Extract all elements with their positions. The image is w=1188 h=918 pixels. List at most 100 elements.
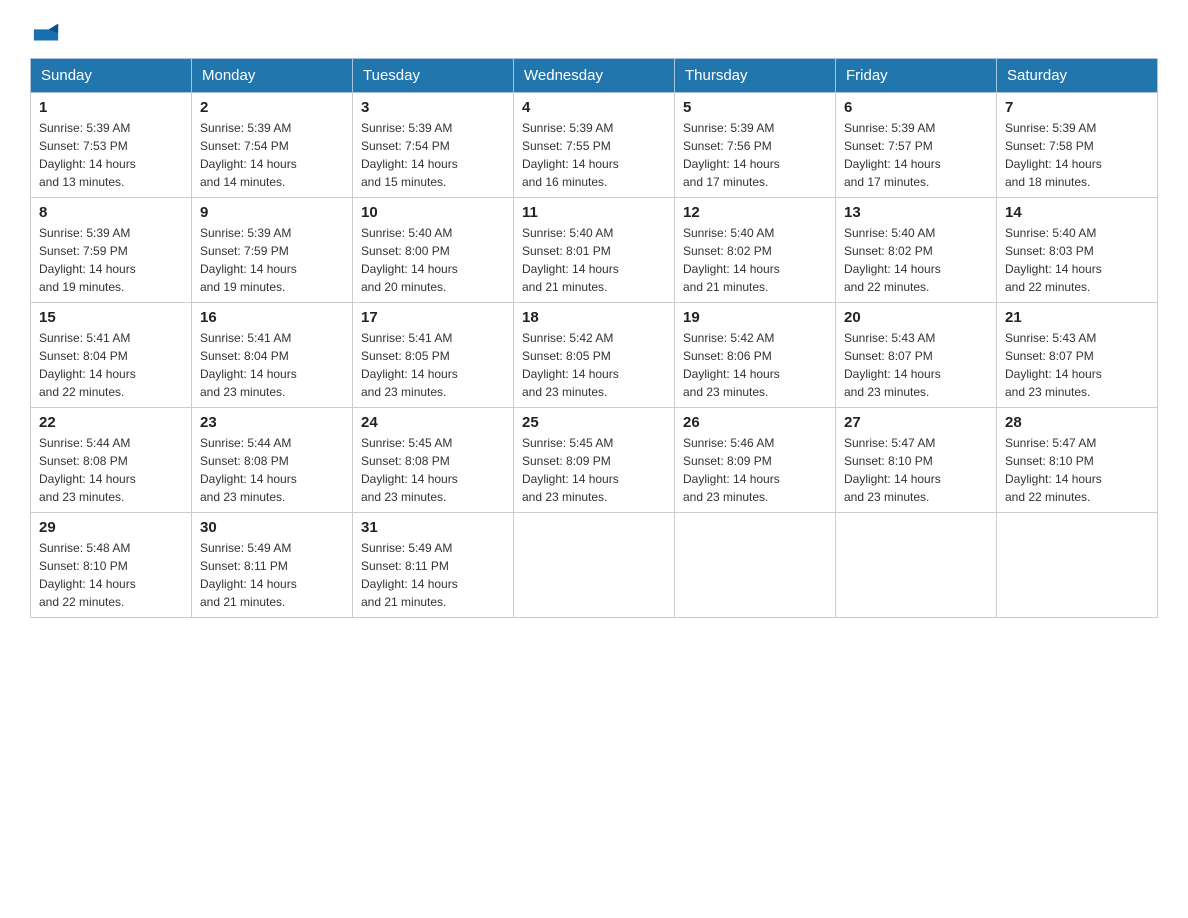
calendar-week-4: 22 Sunrise: 5:44 AMSunset: 8:08 PMDaylig… — [31, 408, 1158, 513]
calendar-cell: 12 Sunrise: 5:40 AMSunset: 8:02 PMDaylig… — [675, 198, 836, 303]
day-number: 11 — [522, 204, 666, 221]
day-number: 15 — [39, 309, 183, 326]
calendar-cell: 14 Sunrise: 5:40 AMSunset: 8:03 PMDaylig… — [997, 198, 1158, 303]
day-info: Sunrise: 5:42 AMSunset: 8:06 PMDaylight:… — [683, 329, 827, 401]
day-info: Sunrise: 5:39 AMSunset: 7:54 PMDaylight:… — [200, 119, 344, 191]
calendar-cell: 4 Sunrise: 5:39 AMSunset: 7:55 PMDayligh… — [514, 93, 675, 198]
day-number: 9 — [200, 204, 344, 221]
day-number: 1 — [39, 99, 183, 116]
day-header-wednesday: Wednesday — [514, 59, 675, 93]
day-number: 18 — [522, 309, 666, 326]
calendar-cell: 16 Sunrise: 5:41 AMSunset: 8:04 PMDaylig… — [192, 303, 353, 408]
logo-icon — [32, 20, 60, 48]
calendar-table: SundayMondayTuesdayWednesdayThursdayFrid… — [30, 58, 1158, 618]
day-header-thursday: Thursday — [675, 59, 836, 93]
calendar-cell: 26 Sunrise: 5:46 AMSunset: 8:09 PMDaylig… — [675, 408, 836, 513]
day-number: 23 — [200, 414, 344, 431]
day-info: Sunrise: 5:45 AMSunset: 8:09 PMDaylight:… — [522, 434, 666, 506]
day-info: Sunrise: 5:42 AMSunset: 8:05 PMDaylight:… — [522, 329, 666, 401]
day-info: Sunrise: 5:47 AMSunset: 8:10 PMDaylight:… — [844, 434, 988, 506]
day-info: Sunrise: 5:41 AMSunset: 8:04 PMDaylight:… — [39, 329, 183, 401]
day-info: Sunrise: 5:39 AMSunset: 7:54 PMDaylight:… — [361, 119, 505, 191]
calendar-cell: 18 Sunrise: 5:42 AMSunset: 8:05 PMDaylig… — [514, 303, 675, 408]
calendar-cell: 10 Sunrise: 5:40 AMSunset: 8:00 PMDaylig… — [353, 198, 514, 303]
day-info: Sunrise: 5:39 AMSunset: 7:59 PMDaylight:… — [39, 224, 183, 296]
day-header-sunday: Sunday — [31, 59, 192, 93]
day-info: Sunrise: 5:46 AMSunset: 8:09 PMDaylight:… — [683, 434, 827, 506]
day-number: 14 — [1005, 204, 1149, 221]
calendar-cell — [514, 513, 675, 618]
day-header-saturday: Saturday — [997, 59, 1158, 93]
day-info: Sunrise: 5:40 AMSunset: 8:02 PMDaylight:… — [683, 224, 827, 296]
day-info: Sunrise: 5:43 AMSunset: 8:07 PMDaylight:… — [844, 329, 988, 401]
days-header-row: SundayMondayTuesdayWednesdayThursdayFrid… — [31, 59, 1158, 93]
calendar-cell: 9 Sunrise: 5:39 AMSunset: 7:59 PMDayligh… — [192, 198, 353, 303]
day-number: 27 — [844, 414, 988, 431]
calendar-cell: 25 Sunrise: 5:45 AMSunset: 8:09 PMDaylig… — [514, 408, 675, 513]
day-number: 10 — [361, 204, 505, 221]
calendar-cell: 24 Sunrise: 5:45 AMSunset: 8:08 PMDaylig… — [353, 408, 514, 513]
calendar-cell: 5 Sunrise: 5:39 AMSunset: 7:56 PMDayligh… — [675, 93, 836, 198]
day-info: Sunrise: 5:40 AMSunset: 8:02 PMDaylight:… — [844, 224, 988, 296]
calendar-cell: 29 Sunrise: 5:48 AMSunset: 8:10 PMDaylig… — [31, 513, 192, 618]
calendar-header: SundayMondayTuesdayWednesdayThursdayFrid… — [31, 59, 1158, 93]
calendar-cell: 8 Sunrise: 5:39 AMSunset: 7:59 PMDayligh… — [31, 198, 192, 303]
day-info: Sunrise: 5:39 AMSunset: 7:57 PMDaylight:… — [844, 119, 988, 191]
day-info: Sunrise: 5:44 AMSunset: 8:08 PMDaylight:… — [200, 434, 344, 506]
calendar-cell: 7 Sunrise: 5:39 AMSunset: 7:58 PMDayligh… — [997, 93, 1158, 198]
day-number: 19 — [683, 309, 827, 326]
calendar-week-5: 29 Sunrise: 5:48 AMSunset: 8:10 PMDaylig… — [31, 513, 1158, 618]
day-number: 12 — [683, 204, 827, 221]
day-number: 26 — [683, 414, 827, 431]
calendar-week-2: 8 Sunrise: 5:39 AMSunset: 7:59 PMDayligh… — [31, 198, 1158, 303]
day-number: 13 — [844, 204, 988, 221]
day-info: Sunrise: 5:40 AMSunset: 8:03 PMDaylight:… — [1005, 224, 1149, 296]
calendar-cell: 22 Sunrise: 5:44 AMSunset: 8:08 PMDaylig… — [31, 408, 192, 513]
day-info: Sunrise: 5:49 AMSunset: 8:11 PMDaylight:… — [361, 539, 505, 611]
day-number: 4 — [522, 99, 666, 116]
day-info: Sunrise: 5:39 AMSunset: 7:53 PMDaylight:… — [39, 119, 183, 191]
day-header-monday: Monday — [192, 59, 353, 93]
calendar-cell: 19 Sunrise: 5:42 AMSunset: 8:06 PMDaylig… — [675, 303, 836, 408]
day-info: Sunrise: 5:39 AMSunset: 7:56 PMDaylight:… — [683, 119, 827, 191]
calendar-body: 1 Sunrise: 5:39 AMSunset: 7:53 PMDayligh… — [31, 93, 1158, 618]
day-info: Sunrise: 5:48 AMSunset: 8:10 PMDaylight:… — [39, 539, 183, 611]
calendar-cell: 30 Sunrise: 5:49 AMSunset: 8:11 PMDaylig… — [192, 513, 353, 618]
day-number: 31 — [361, 519, 505, 536]
calendar-cell: 31 Sunrise: 5:49 AMSunset: 8:11 PMDaylig… — [353, 513, 514, 618]
calendar-week-3: 15 Sunrise: 5:41 AMSunset: 8:04 PMDaylig… — [31, 303, 1158, 408]
calendar-cell: 20 Sunrise: 5:43 AMSunset: 8:07 PMDaylig… — [836, 303, 997, 408]
day-number: 20 — [844, 309, 988, 326]
logo — [30, 20, 60, 48]
day-number: 22 — [39, 414, 183, 431]
calendar-cell: 21 Sunrise: 5:43 AMSunset: 8:07 PMDaylig… — [997, 303, 1158, 408]
calendar-cell: 13 Sunrise: 5:40 AMSunset: 8:02 PMDaylig… — [836, 198, 997, 303]
day-number: 21 — [1005, 309, 1149, 326]
day-info: Sunrise: 5:40 AMSunset: 8:01 PMDaylight:… — [522, 224, 666, 296]
day-info: Sunrise: 5:43 AMSunset: 8:07 PMDaylight:… — [1005, 329, 1149, 401]
day-number: 25 — [522, 414, 666, 431]
calendar-cell: 11 Sunrise: 5:40 AMSunset: 8:01 PMDaylig… — [514, 198, 675, 303]
calendar-cell: 17 Sunrise: 5:41 AMSunset: 8:05 PMDaylig… — [353, 303, 514, 408]
day-number: 29 — [39, 519, 183, 536]
day-number: 7 — [1005, 99, 1149, 116]
calendar-cell: 6 Sunrise: 5:39 AMSunset: 7:57 PMDayligh… — [836, 93, 997, 198]
calendar-cell: 15 Sunrise: 5:41 AMSunset: 8:04 PMDaylig… — [31, 303, 192, 408]
day-number: 28 — [1005, 414, 1149, 431]
day-info: Sunrise: 5:39 AMSunset: 7:59 PMDaylight:… — [200, 224, 344, 296]
day-info: Sunrise: 5:39 AMSunset: 7:58 PMDaylight:… — [1005, 119, 1149, 191]
calendar-cell: 28 Sunrise: 5:47 AMSunset: 8:10 PMDaylig… — [997, 408, 1158, 513]
day-info: Sunrise: 5:41 AMSunset: 8:04 PMDaylight:… — [200, 329, 344, 401]
day-number: 3 — [361, 99, 505, 116]
day-number: 8 — [39, 204, 183, 221]
calendar-cell — [997, 513, 1158, 618]
day-info: Sunrise: 5:40 AMSunset: 8:00 PMDaylight:… — [361, 224, 505, 296]
day-info: Sunrise: 5:49 AMSunset: 8:11 PMDaylight:… — [200, 539, 344, 611]
day-number: 17 — [361, 309, 505, 326]
calendar-cell: 23 Sunrise: 5:44 AMSunset: 8:08 PMDaylig… — [192, 408, 353, 513]
calendar-cell: 3 Sunrise: 5:39 AMSunset: 7:54 PMDayligh… — [353, 93, 514, 198]
calendar-cell — [836, 513, 997, 618]
day-info: Sunrise: 5:41 AMSunset: 8:05 PMDaylight:… — [361, 329, 505, 401]
day-number: 2 — [200, 99, 344, 116]
day-header-tuesday: Tuesday — [353, 59, 514, 93]
